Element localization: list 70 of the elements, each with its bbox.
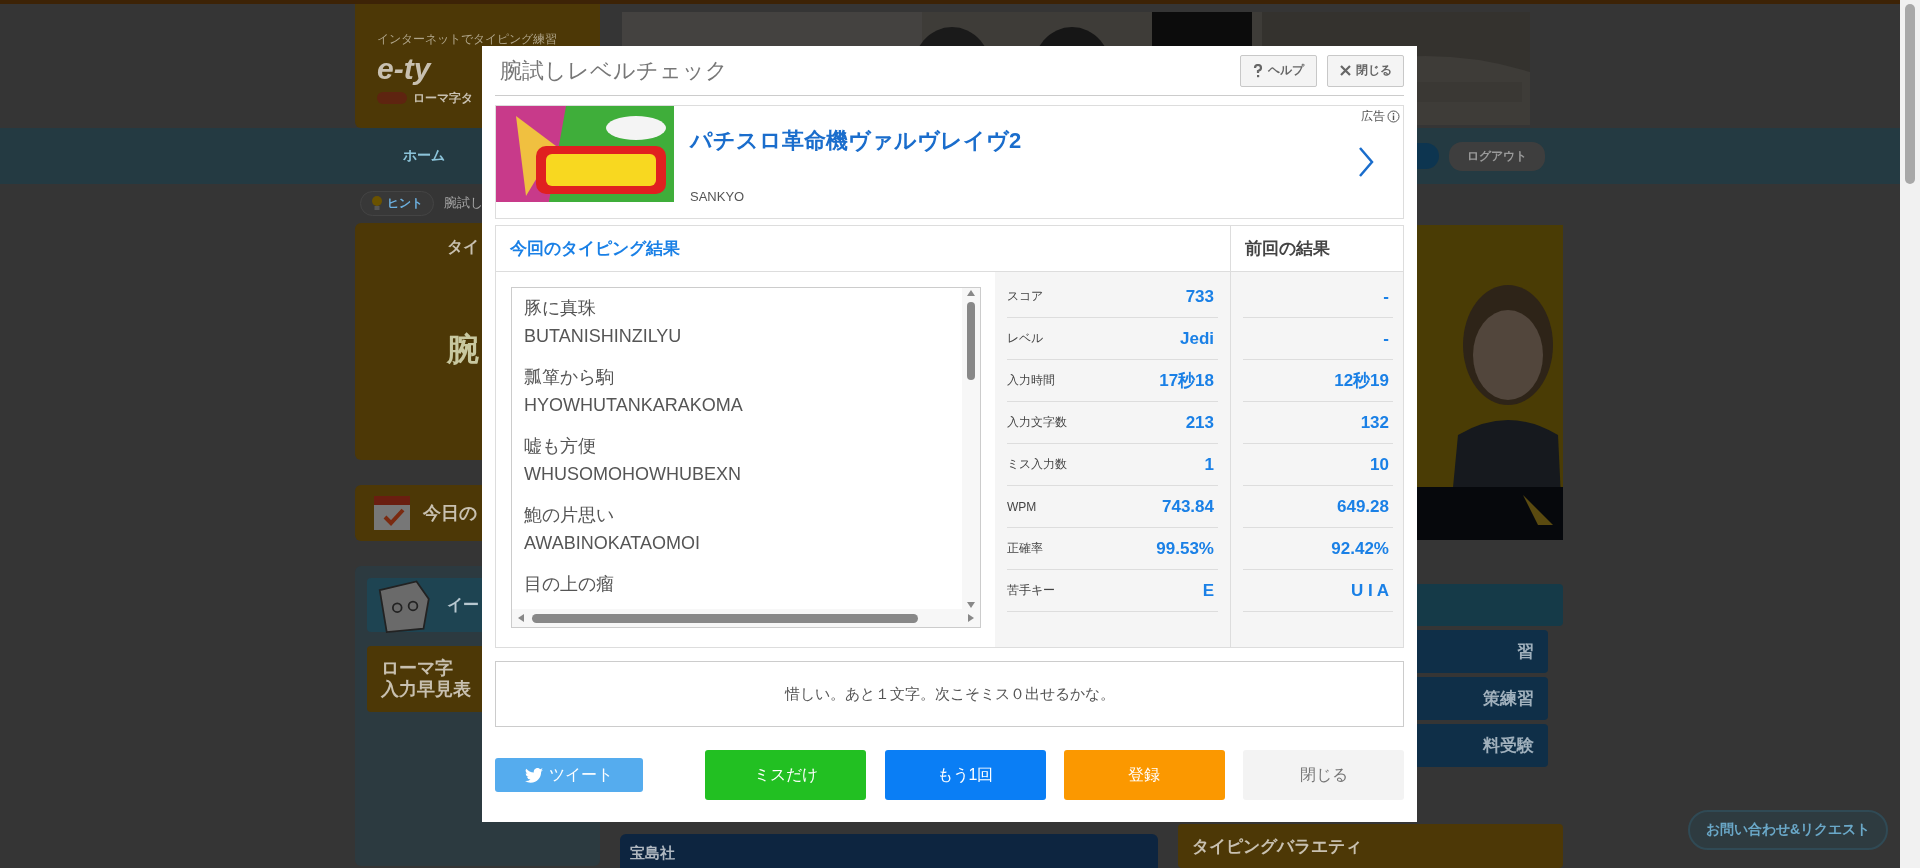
logo-subtitle: ローマ字タ	[413, 89, 473, 107]
word-kanji: 豚に真珠	[524, 297, 596, 320]
stat-label: スコア	[1007, 288, 1043, 305]
panel-title: タイ	[447, 237, 479, 257]
logout-button[interactable]: ログアウト	[1449, 141, 1545, 171]
scroll-thumb[interactable]	[532, 613, 918, 623]
ad-card[interactable]: パチスロ革命機ヴァルヴレイヴ2 SANKYO 広告	[495, 105, 1404, 219]
chevron-right-icon[interactable]	[1357, 146, 1375, 178]
breadcrumb-current: 腕試し	[444, 194, 483, 213]
stat-label: 苦手キー	[1007, 582, 1055, 599]
page-scrollbar[interactable]	[1900, 0, 1920, 868]
variety-title: タイピングバラエティ	[1192, 835, 1362, 858]
stat-value: Jedi	[1179, 328, 1214, 349]
stat-value: E	[1202, 580, 1214, 601]
vertical-scrollbar[interactable]	[962, 288, 980, 610]
calendar-icon	[373, 495, 411, 531]
mascot-title: イー	[447, 594, 479, 615]
word-romaji: BUTANISHINZILYU	[524, 325, 682, 348]
word-kanji: 嘘も方便	[524, 435, 596, 458]
stat-label: WPM	[1007, 499, 1037, 514]
word-romaji: WHUSOMOHOWHUBEXN	[524, 463, 741, 486]
previous-stat-value: 132	[1360, 412, 1389, 433]
hint-button[interactable]: ヒント	[360, 190, 434, 216]
stat-value: 1	[1204, 454, 1214, 475]
logo-tagline: インターネットでタイピング練習	[377, 30, 557, 48]
nav-home-tab[interactable]: ホーム	[403, 147, 445, 165]
contact-button[interactable]: お問い合わせ&リクエスト	[1688, 810, 1889, 850]
ad-advertiser: SANKYO	[690, 189, 745, 204]
previous-stat-value: 12秒19	[1334, 370, 1389, 392]
previous-results-heading: 前回の結果	[1245, 238, 1330, 260]
retry-button[interactable]: もう1回	[884, 750, 1046, 800]
lightbulb-icon	[371, 195, 383, 212]
result-message: 惜しい。あと１文字。次こそミス０出せるかな。	[784, 684, 1115, 704]
stat-label: 正確率	[1007, 540, 1043, 557]
stat-label: ミス入力数	[1007, 456, 1067, 473]
stat-value: 17秒18	[1159, 370, 1214, 392]
bird-icon	[525, 767, 543, 783]
previous-stat-value: -	[1383, 286, 1389, 307]
scroll-thumb[interactable]	[1905, 4, 1915, 184]
scroll-thumb[interactable]	[967, 302, 975, 380]
panel-heading: 腕	[447, 330, 479, 369]
previous-stat-value: -	[1383, 328, 1389, 349]
stat-label: レベル	[1007, 330, 1043, 347]
stat-value: 743.84	[1162, 496, 1214, 517]
stat-value: 99.53%	[1156, 538, 1214, 559]
publisher-banner[interactable]: 宝島社	[620, 834, 1158, 868]
publisher-name: 宝島社	[630, 844, 675, 863]
logo-wordmark: e-ty	[377, 53, 431, 84]
ad-title[interactable]: パチスロ革命機ヴァルヴレイヴ2	[690, 126, 1022, 156]
previous-stat-value: U I A	[1350, 580, 1389, 601]
previous-stat-value: 649.28	[1337, 496, 1389, 517]
stat-value: 733	[1185, 286, 1214, 307]
variety-banner[interactable]: タイピングバラエティ	[1178, 824, 1563, 868]
current-results-heading: 今回のタイピング結果	[510, 238, 680, 260]
word-romaji: HYOWHUTANKARAKOMA	[524, 394, 743, 417]
stat-label: 入力文字数	[1007, 414, 1067, 431]
word-list[interactable]: 豚に真珠 BUTANISHINZILYU 瓢箪から駒 HYOWHUTANKARAKOMA 嘘も方便 WHUSOMOHOWHUBEXN 鮑の片思い AWABINOKATAOMOI 目の上の瘤	[511, 287, 981, 628]
previous-stat-value: 10	[1370, 454, 1389, 475]
stat-value: 213	[1185, 412, 1214, 433]
previous-stat-value: 92.42%	[1331, 538, 1389, 559]
horizontal-scrollbar[interactable]	[512, 609, 980, 627]
romaji-table-title: ローマ字	[381, 658, 453, 679]
scroll-left-icon[interactable]	[516, 613, 526, 623]
romaji-table-title: 入力早見表	[381, 679, 471, 700]
scroll-up-icon[interactable]	[966, 288, 976, 298]
stat-label: 入力時間	[1007, 372, 1055, 389]
word-kanji: 瓢箪から駒	[524, 366, 614, 389]
today-title: 今日の	[423, 502, 477, 525]
close-button[interactable]: 閉じる	[1243, 750, 1404, 800]
scroll-right-icon[interactable]	[966, 613, 976, 623]
